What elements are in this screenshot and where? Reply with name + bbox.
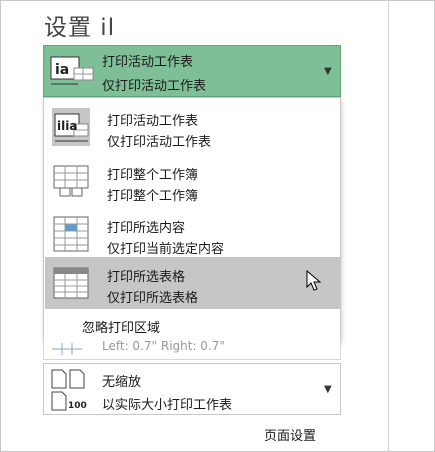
menu-item-table[interactable]: 打印所选表格 仅打印所选表格 <box>45 257 340 309</box>
menu-item-active-sheet[interactable]: ilia 打印活动工作表 仅打印活动工作表 <box>45 101 340 153</box>
menu-item-desc: 仅打印活动工作表 <box>107 135 212 150</box>
margins-icon <box>52 340 82 355</box>
scaling-desc: 以实际大小打印工作表 <box>102 398 233 413</box>
active-sheet-icon: ilia <box>52 108 90 146</box>
chevron-down-icon: ▼ <box>324 384 332 395</box>
ignore-print-area-option[interactable]: 忽略打印区域 <box>82 317 160 336</box>
menu-item-desc: 仅打印当前选定内容 <box>107 242 225 257</box>
chevron-down-icon: ▼ <box>324 66 332 77</box>
frame-top-border <box>0 0 435 1</box>
menu-item-desc: 仅打印所选表格 <box>107 291 199 306</box>
print-what-menu: ilia 打印活动工作表 仅打印活动工作表 打印整个工作簿 打印整个工作簿 打印… <box>43 97 341 342</box>
preview-divider <box>388 0 389 452</box>
mouse-pointer-icon <box>306 269 322 292</box>
menu-item-title: 打印活动工作表 <box>107 114 199 129</box>
scaling-dropdown[interactable]: 100 无缩放 以实际大小打印工作表 ▼ <box>43 363 341 415</box>
active-sheet-option-icon-text: ilia <box>57 119 77 133</box>
menu-item-title: 打印整个工作簿 <box>107 168 199 183</box>
active-sheet-icon-text: ia <box>55 62 69 78</box>
active-sheet-icon: ia <box>50 56 94 88</box>
menu-item-desc: 打印整个工作簿 <box>107 189 199 204</box>
menu-item-title: 打印所选表格 <box>107 270 186 285</box>
margins-dropdown[interactable]: Left: 0.7" Right: 0.7" <box>43 338 341 360</box>
selected-option-desc: 仅打印活动工作表 <box>102 79 207 94</box>
settings-title: 设置 il <box>44 15 116 41</box>
no-scaling-icon: 100 <box>50 368 90 412</box>
selected-option-title: 打印活动工作表 <box>102 55 194 70</box>
scaling-icon-badge: 100 <box>68 401 87 411</box>
menu-item-workbook[interactable]: 打印整个工作簿 打印整个工作簿 <box>45 155 340 207</box>
frame-left-border <box>0 0 1 452</box>
scaling-title: 无缩放 <box>102 375 142 390</box>
menu-item-title: 打印所选内容 <box>107 221 186 236</box>
page-setup-link[interactable]: 页面设置 <box>264 425 316 444</box>
margins-values: Left: 0.7" Right: 0.7" <box>102 339 225 353</box>
selection-icon <box>52 215 90 253</box>
menu-item-selection[interactable]: 打印所选内容 仅打印当前选定内容 <box>45 208 340 260</box>
table-icon <box>52 264 90 302</box>
print-what-dropdown[interactable]: ia 打印活动工作表 仅打印活动工作表 ▼ <box>43 45 341 97</box>
workbook-icon <box>52 162 90 200</box>
